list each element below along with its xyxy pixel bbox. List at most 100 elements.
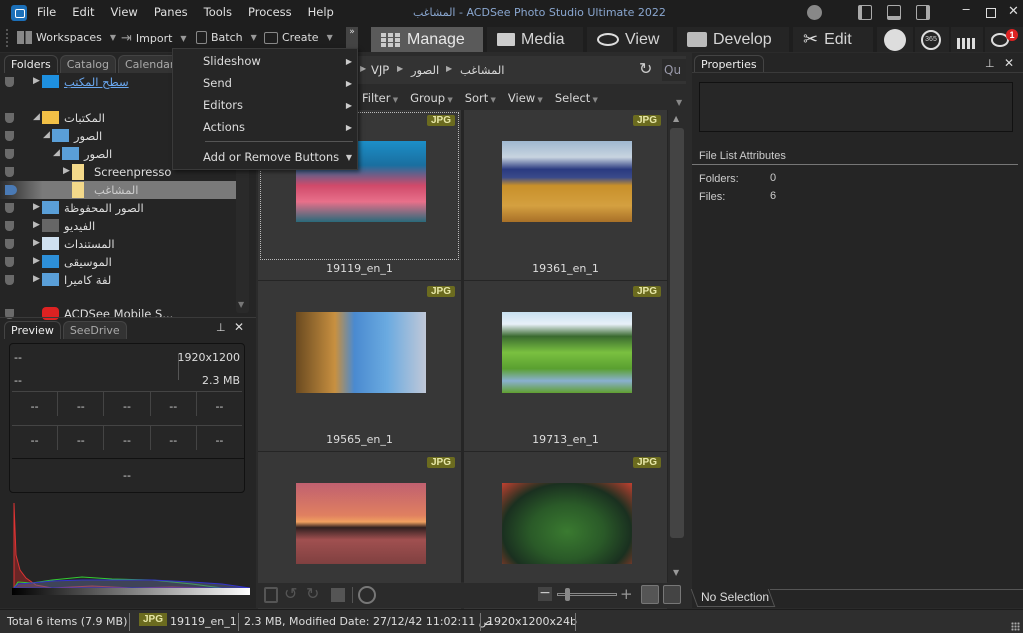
tag-flag-icon[interactable] [5,257,14,267]
tab-catalog[interactable]: Catalog [59,55,116,73]
collapsed-icon[interactable]: ▶ [33,274,40,284]
breadcrumb-pictures[interactable]: الصور [411,63,439,77]
menu-process[interactable]: Process [248,5,292,19]
tab-seedrive[interactable]: SeeDrive [62,321,127,339]
scroll-down-icon[interactable]: ▼ [673,568,679,577]
tab-folders[interactable]: Folders [4,55,58,73]
mode-manage-button[interactable]: Manage [371,27,483,52]
filter-view-button[interactable]: View ▼ [508,91,543,105]
thumbnail-item[interactable]: JPG 19565_en_1 [258,281,461,451]
menu-item-editors[interactable]: Editors [203,98,243,112]
folder-tree-item[interactable]: ▶ لفة كاميرا [0,271,236,289]
tag-flag-icon[interactable] [5,203,14,213]
menu-item-actions[interactable]: Actions [203,120,245,134]
folder-tree-item[interactable]: ▶ الفيديو [0,217,236,235]
toolbar-overflow-button[interactable]: » [346,27,358,49]
thumbnail-item[interactable]: JPG 19361_en_1 [464,110,667,280]
menu-view[interactable]: View [111,5,138,19]
thumbnail-view-button[interactable] [641,585,659,604]
filter-filter-button[interactable]: Filter ▼ [362,91,398,105]
thumbnail-item[interactable]: JPG 19713_en_1 [464,281,667,451]
user-account-icon[interactable] [807,5,822,20]
pin-icon[interactable]: ⊥ [216,321,226,334]
expanded-icon[interactable]: ◢ [43,130,50,140]
dashboard-button[interactable] [951,27,983,52]
tag-flag-icon[interactable] [5,167,14,177]
filter-group-button[interactable]: Group ▼ [410,91,453,105]
mode-view-button[interactable]: View [587,27,673,52]
collapsed-icon[interactable]: ▶ [33,76,40,86]
tag-flag-icon[interactable] [5,275,14,285]
close-button[interactable]: ✕ [1008,4,1019,19]
close-pane-icon[interactable]: ✕ [234,320,244,334]
maximize-button[interactable] [986,8,996,18]
close-pane-icon[interactable]: ✕ [1004,56,1014,70]
scroll-down-icon[interactable]: ▼ [238,300,244,309]
acdsee-365-button[interactable]: 365 [915,27,949,52]
tag-flag-icon[interactable] [5,131,14,141]
folder-tree-item[interactable]: ▶ المستندات [0,235,236,253]
folder-tree-item[interactable]: ▶ الموسيقى [0,253,236,271]
left-pane-toggle-icon[interactable] [858,5,872,20]
collapsed-icon[interactable]: ▶ [63,166,70,176]
tag-flag-icon[interactable] [5,221,14,231]
notifications-button[interactable]: 1 [985,27,1023,52]
collapsed-icon[interactable]: ▶ [33,202,40,212]
menu-item-add-remove-buttons[interactable]: Add or Remove Buttons [203,150,339,164]
mode-media-button[interactable]: Media [487,27,583,52]
tag-flag-icon[interactable] [5,239,14,249]
import-button[interactable]: ⇥ Import ▼ [121,31,187,46]
mode-develop-button[interactable]: Develop [677,27,789,52]
folder-tree-item[interactable]: ▶ الصور المحفوظة [0,199,236,217]
tag-flag-icon[interactable] [5,77,14,87]
menu-tools[interactable]: Tools [204,5,232,19]
delete-icon[interactable] [331,588,345,602]
tag-flag-icon[interactable] [5,113,14,123]
right-pane-toggle-icon[interactable] [916,5,930,20]
toolbar-grip[interactable] [6,29,8,47]
rotate-left-icon[interactable]: ↺ [284,584,297,603]
batch-edit-icon[interactable] [264,587,278,603]
zoom-in-button[interactable]: + [620,585,633,603]
details-view-button[interactable] [663,585,681,604]
slideshow-icon[interactable] [358,586,376,604]
minimize-button[interactable]: ‒ [962,2,970,17]
menu-item-send[interactable]: Send [203,76,232,90]
pane-divider[interactable] [0,317,256,318]
collapsed-icon[interactable]: ▶ [33,256,40,266]
scroll-up-icon[interactable]: ▲ [673,114,679,123]
menu-item-slideshow[interactable]: Slideshow [203,54,261,68]
filter-select-button[interactable]: Select ▼ [555,91,598,105]
menu-panes[interactable]: Panes [154,5,188,19]
people-button[interactable] [877,27,913,52]
tag-flag-icon[interactable] [5,149,14,159]
folder-tree-item[interactable]: المشاغب [0,181,236,199]
create-button[interactable]: Create ▼ [264,31,333,44]
pin-icon[interactable]: ⊥ [985,57,995,70]
scrollbar-thumb[interactable] [670,128,684,538]
mode-edit-button[interactable]: ✂ Edit [793,27,873,52]
expanded-icon[interactable]: ◢ [33,112,40,122]
batch-button[interactable]: Batch ▼ [196,31,257,44]
slider-handle[interactable] [565,588,570,601]
expanded-icon[interactable]: ◢ [53,148,60,158]
tab-properties[interactable]: Properties [694,55,764,73]
refresh-icon[interactable]: ↻ [639,59,652,78]
breadcrumb-vjp[interactable]: VJP [371,63,389,77]
filter-sort-button[interactable]: Sort ▼ [465,91,496,105]
collapsed-icon[interactable]: ▶ [33,220,40,230]
breadcrumb-current[interactable]: المشاغب [460,63,504,77]
tab-preview[interactable]: Preview [4,321,61,339]
tag-flag-icon[interactable] [5,185,17,195]
collapsed-icon[interactable]: ▶ [33,238,40,248]
workspaces-button[interactable]: Workspaces ▼ [17,31,116,44]
app-logo-icon[interactable] [11,5,27,21]
bottom-pane-toggle-icon[interactable] [887,5,901,20]
filter-bar-menu-icon[interactable]: ▼ [676,98,682,107]
resize-grip-icon[interactable] [1011,622,1020,631]
menu-help[interactable]: Help [308,5,334,19]
file-list-scrollbar[interactable]: ▲ ▼ [668,110,686,582]
menu-edit[interactable]: Edit [72,5,94,19]
zoom-out-button[interactable]: − [538,586,552,601]
rotate-right-icon[interactable]: ↻ [306,584,319,603]
